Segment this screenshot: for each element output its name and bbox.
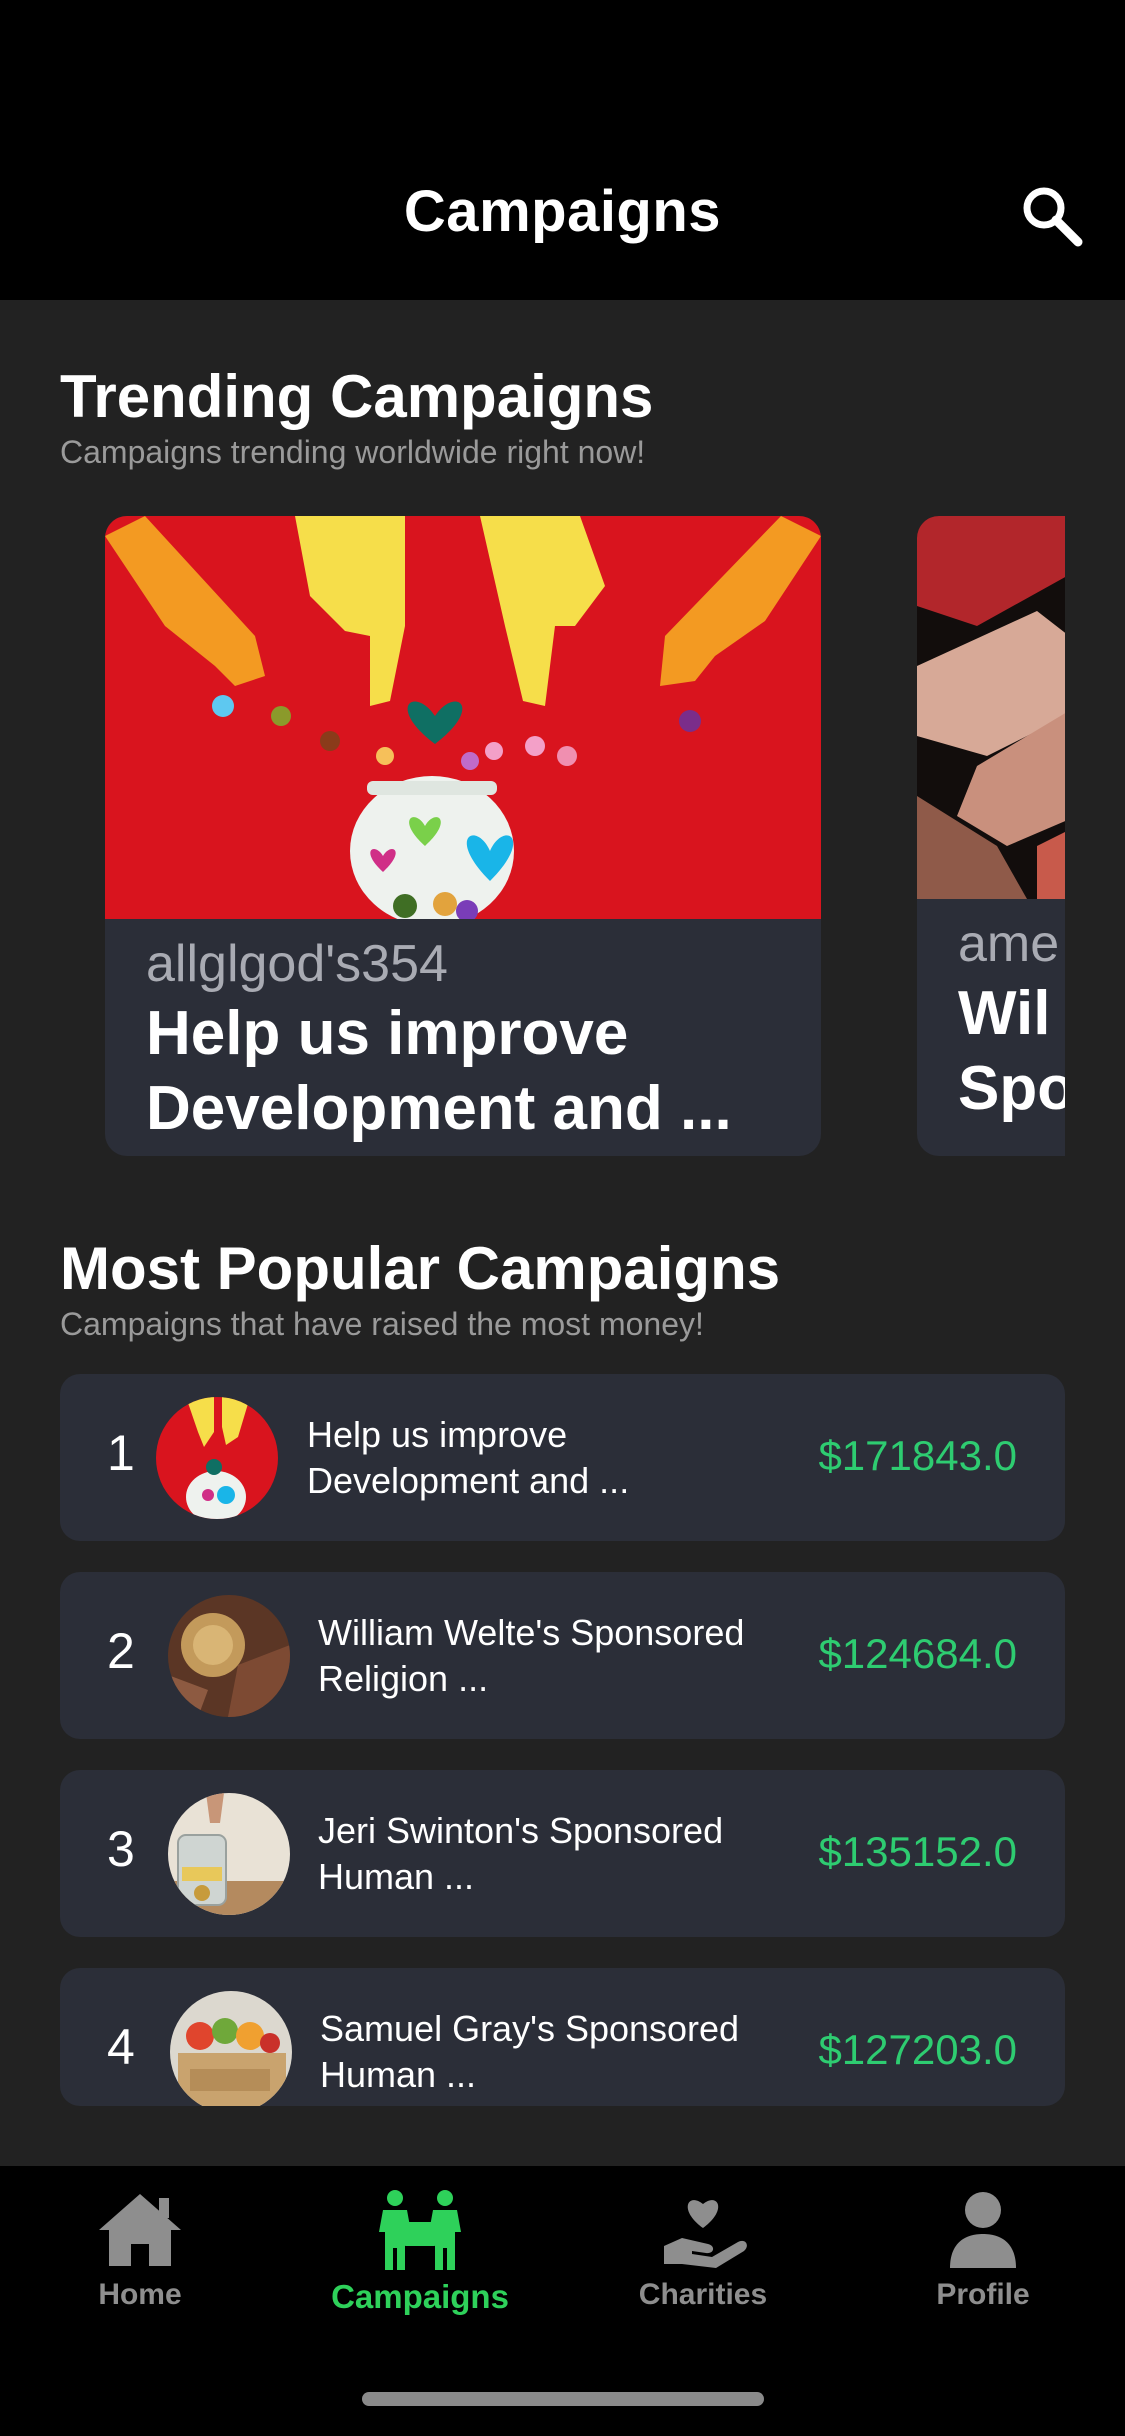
campaign-title: William Welte's Sponsored Religion ... (318, 1612, 745, 1699)
popular-title: Most Popular Campaigns (60, 1235, 781, 1302)
tab-label: Home (98, 2278, 182, 2311)
campaign-author: allglgod's354 (146, 935, 448, 993)
campaign-image (105, 516, 821, 919)
trending-title: Trending Campaigns (60, 363, 654, 430)
amount-raised: $171843.0 (818, 1432, 1017, 1479)
rank-number: 4 (107, 2019, 135, 2075)
home-icon (99, 2194, 181, 2266)
campaign-author: ame (958, 915, 1060, 973)
campaign-title: Jeri Swinton's Sponsored Human ... (318, 1810, 724, 1897)
campaign-title: Samuel Gray's Sponsored Human ... (320, 2008, 740, 2095)
campaign-thumbnail (168, 1793, 290, 1915)
trending-subtitle: Campaigns trending worldwide right now! (60, 434, 646, 470)
popular-subtitle: Campaigns that have raised the most mone… (60, 1306, 704, 1342)
app-header: Campaigns (0, 0, 1125, 300)
content-area[interactable]: Trending Campaigns Campaigns trending wo… (0, 300, 1125, 2166)
page-title: Campaigns (403, 179, 722, 244)
tab-charities[interactable]: Charities (603, 2188, 803, 2328)
tab-label: Campaigns (331, 2278, 509, 2315)
campaign-title: Wil Spo (958, 979, 1065, 1123)
tab-label: Profile (936, 2278, 1030, 2311)
campaign-thumbnail (170, 1991, 292, 2106)
tab-campaigns[interactable]: Campaigns (320, 2188, 520, 2328)
profile-icon (950, 2192, 1016, 2268)
trending-card[interactable]: allglgod's354 Help us improve Developmen… (105, 516, 821, 1156)
rank-number: 1 (107, 1425, 135, 1481)
campaigns-icon (379, 2190, 461, 2270)
campaign-thumbnail (156, 1397, 278, 1519)
tab-home[interactable]: Home (40, 2188, 240, 2328)
trending-carousel[interactable]: allglgod's354 Help us improve Developmen… (0, 516, 1065, 1156)
popular-row[interactable]: 4 Samuel Gray's Sponsored Human ... $127… (60, 1968, 1065, 2106)
amount-raised: $124684.0 (818, 1630, 1017, 1677)
campaign-title: Help us improve Development and ... (146, 999, 732, 1143)
amount-raised: $127203.0 (818, 2026, 1017, 2073)
popular-row[interactable]: 3 Jeri Swinton's Sponsored Human ... $13… (60, 1770, 1065, 1937)
rank-number: 3 (107, 1821, 135, 1877)
campaign-image (917, 516, 1065, 899)
campaign-title: Help us improve Development and ... (307, 1414, 630, 1501)
amount-raised: $135152.0 (818, 1828, 1017, 1875)
charities-icon (664, 2200, 747, 2268)
search-button[interactable] (1018, 182, 1088, 252)
popular-row[interactable]: 2 William Welte's Sponsored Religion ...… (60, 1572, 1065, 1739)
search-icon (1023, 187, 1083, 247)
tab-profile[interactable]: Profile (883, 2188, 1083, 2328)
home-indicator[interactable] (362, 2392, 764, 2406)
campaign-thumbnail (168, 1595, 290, 1717)
popular-row[interactable]: 1 Help us improve Development and ... $1… (60, 1374, 1065, 1541)
trending-card[interactable]: ame Wil Spo (917, 516, 1065, 1156)
rank-number: 2 (107, 1623, 135, 1679)
tab-label: Charities (638, 2278, 768, 2311)
